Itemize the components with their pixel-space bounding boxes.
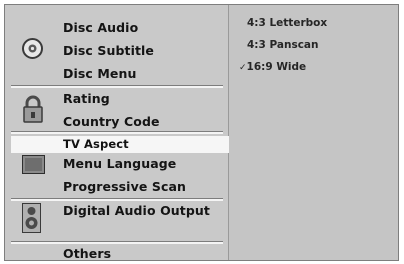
- option-16-9-wide[interactable]: ✓16:9 Wide: [239, 61, 306, 73]
- menu-item-menu-language[interactable]: Menu Language: [63, 156, 176, 171]
- lock-icon: [22, 94, 44, 124]
- menu-separator: [11, 131, 223, 134]
- menu-item-rating[interactable]: Rating: [63, 91, 110, 106]
- menu-item-digital-audio-output[interactable]: Digital Audio Output: [63, 203, 210, 218]
- menu-item-disc-menu[interactable]: Disc Menu: [63, 66, 136, 81]
- setup-menu-frame: Disc Audio Disc Subtitle Disc Menu Ratin…: [4, 4, 399, 261]
- menu-group-parental: Rating Country Code: [5, 89, 228, 135]
- setup-menu-list: Disc Audio Disc Subtitle Disc Menu Ratin…: [5, 5, 230, 261]
- tv-icon: [22, 155, 45, 174]
- disc-icon: [22, 38, 43, 59]
- option-4-3-panscan[interactable]: 4:3 Panscan: [247, 39, 318, 51]
- menu-item-progressive-scan[interactable]: Progressive Scan: [63, 179, 186, 194]
- menu-item-disc-audio[interactable]: Disc Audio: [63, 20, 138, 35]
- menu-separator: [11, 198, 223, 201]
- menu-item-disc-subtitle[interactable]: Disc Subtitle: [63, 43, 154, 58]
- menu-item-tv-aspect-highlight[interactable]: TV Aspect: [11, 136, 230, 153]
- tv-aspect-options-panel: 4:3 Letterbox 4:3 Panscan ✓16:9 Wide: [229, 5, 398, 260]
- option-16-9-wide-label: 16:9 Wide: [246, 61, 307, 73]
- speaker-icon: [22, 203, 41, 233]
- check-mark-icon: ✓: [239, 63, 247, 73]
- menu-separator: [11, 241, 223, 244]
- dvd-setup-screen: Disc Audio Disc Subtitle Disc Menu Ratin…: [0, 0, 404, 264]
- menu-item-country-code[interactable]: Country Code: [63, 114, 160, 129]
- option-4-3-letterbox[interactable]: 4:3 Letterbox: [247, 17, 327, 29]
- menu-item-others[interactable]: Others: [63, 246, 111, 261]
- menu-group-disc: Disc Audio Disc Subtitle Disc Menu: [5, 5, 228, 89]
- menu-item-tv-aspect[interactable]: TV Aspect: [63, 137, 129, 151]
- menu-separator: [11, 85, 223, 88]
